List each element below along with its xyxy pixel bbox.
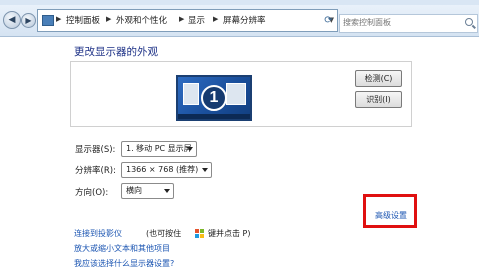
breadcrumb-screen-resolution[interactable]: 屏幕分辨率 <box>223 14 266 26</box>
control-panel-icon <box>42 15 54 26</box>
display-settings-help-link[interactable]: 我应该选择什么显示器设置? <box>74 258 174 269</box>
detect-button[interactable]: 检测(C) <box>355 70 402 87</box>
window-thumbnail <box>226 83 246 105</box>
projector-hint-text: (也可按住 <box>146 229 182 238</box>
search-icon[interactable] <box>465 18 473 26</box>
breadcrumb-display[interactable]: 显示 <box>188 14 205 26</box>
chevron-down-icon <box>187 147 193 151</box>
back-arrow-icon: ◀ <box>8 15 16 25</box>
breadcrumb-separator-icon[interactable]: ▶ <box>106 15 111 23</box>
orientation-label: 方向(O): <box>75 188 109 198</box>
search-box[interactable] <box>339 14 478 33</box>
refresh-button[interactable]: ⟳ <box>322 14 335 27</box>
advanced-settings-link[interactable]: 高级设置 <box>375 210 407 221</box>
projector-hint-text-2: 键并点击 P) <box>208 229 251 238</box>
display-select[interactable]: 1. 移动 PC 显示屏 <box>121 141 197 157</box>
breadcrumb-separator-icon[interactable]: ▶ <box>179 15 184 23</box>
breadcrumb-appearance[interactable]: 外观和个性化 <box>116 14 167 26</box>
chevron-down-icon <box>202 168 208 172</box>
taskbar-thumbnail <box>178 114 250 119</box>
windows-logo-icon <box>195 229 205 239</box>
page-title: 更改显示器的外观 <box>74 46 158 58</box>
breadcrumb-control-panel[interactable]: 控制面板 <box>66 14 100 26</box>
search-input[interactable] <box>340 15 461 30</box>
identify-button[interactable]: 识别(I) <box>355 91 402 108</box>
chevron-down-icon <box>164 189 170 193</box>
breadcrumb-separator-icon[interactable]: ▶ <box>213 15 218 23</box>
connect-projector-link[interactable]: 连接到投影仪 <box>74 228 122 239</box>
monitor-1-icon[interactable]: 1 <box>176 75 252 121</box>
breadcrumb[interactable]: ▶ 控制面板 ▶ 外观和个性化 ▶ 显示 ▶ 屏幕分辨率 ▼ <box>37 9 338 32</box>
refresh-icon: ⟳ <box>324 15 333 26</box>
display-select-value: 1. 移动 PC 显示屏 <box>126 144 192 153</box>
orientation-select[interactable]: 横向 <box>121 183 174 199</box>
monitor-preview-panel: 1 检测(C) 识别(I) <box>70 61 412 127</box>
forward-arrow-icon: ▶ <box>25 16 32 25</box>
window-thumbnail <box>183 83 199 105</box>
back-button[interactable]: ◀ <box>3 11 21 29</box>
breadcrumb-separator-icon[interactable]: ▶ <box>56 15 61 23</box>
address-bar: ◀ ▶ ▶ 控制面板 ▶ 外观和个性化 ▶ 显示 ▶ 屏幕分辨率 ▼ ⟳ <box>0 5 479 37</box>
resolution-label: 分辨率(R): <box>75 166 116 176</box>
forward-button[interactable]: ▶ <box>21 13 36 28</box>
text-size-link[interactable]: 放大或缩小文本和其他项目 <box>74 243 170 254</box>
resolution-select-value: 1366 × 768 (推荐) <box>126 165 199 174</box>
orientation-select-value: 横向 <box>126 186 142 195</box>
display-label: 显示器(S): <box>75 145 116 155</box>
resolution-select[interactable]: 1366 × 768 (推荐) <box>121 162 212 178</box>
monitor-number-badge: 1 <box>201 85 227 111</box>
